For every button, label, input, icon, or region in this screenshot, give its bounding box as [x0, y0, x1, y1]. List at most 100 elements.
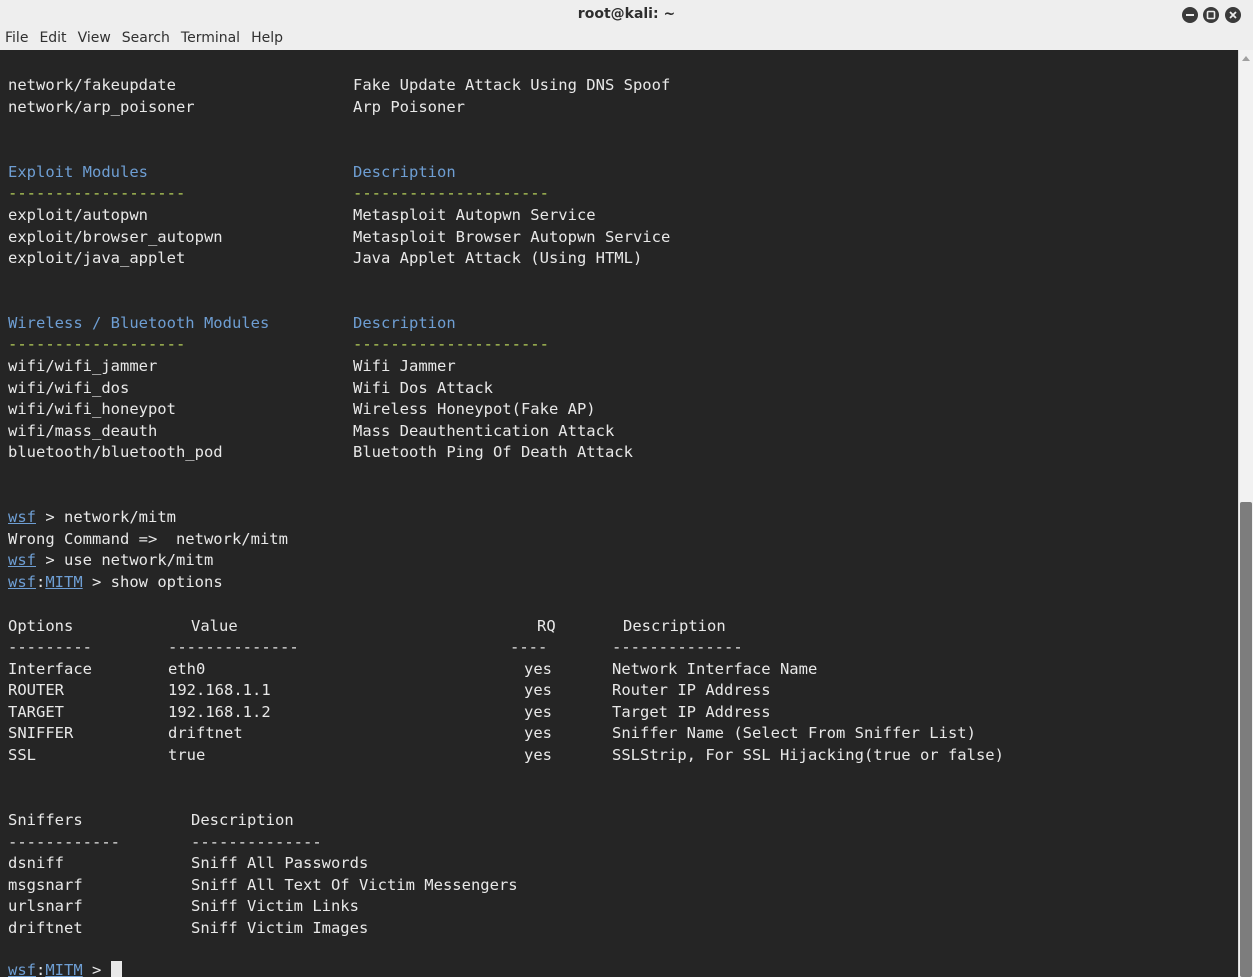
sniffer-row: driftnet Sniff Victim Images	[8, 918, 368, 939]
exploit-header: Exploit Modules	[8, 163, 148, 181]
module-row: network/arp_poisoner Arp Poisoner	[8, 97, 465, 118]
option-description: Network Interface Name	[612, 660, 818, 678]
module-name: network/fakeupdate	[8, 76, 176, 94]
option-row: ROUTER 192.168.1.1 yes Router IP Address	[8, 680, 771, 701]
header-underline: ------------------- ---------------------	[8, 183, 549, 204]
menu-edit[interactable]: Edit	[34, 27, 71, 49]
menu-search[interactable]: Search	[117, 27, 175, 49]
scroll-up-icon[interactable]	[1242, 56, 1250, 61]
module-row: wifi/wifi_honeypot Wireless Honeypot(Fake…	[8, 399, 596, 420]
option-row: SSL true yes SSLStrip, For SSL Hijacking(tr…	[8, 745, 1004, 766]
module-row: bluetooth/bluetooth_pod Bluetooth Ping Of…	[8, 442, 633, 463]
window-title: root@kali: ~	[577, 6, 676, 22]
command-line: wsf > network/mitm	[8, 507, 176, 528]
module-description: Arp Poisoner	[353, 98, 465, 116]
description-header: Description	[353, 314, 456, 332]
title-bar[interactable]: root@kali: ~ File Edit View Search Termi…	[0, 0, 1253, 51]
option-description: Router IP Address	[612, 681, 771, 699]
prompt-separator: >	[36, 508, 64, 526]
close-button[interactable]	[1225, 7, 1241, 23]
option-name: ROUTER	[8, 681, 64, 699]
sniffer-description: Sniff Victim Links	[191, 897, 359, 915]
option-row: SNIFFER driftnet yes Sniffer Name (Select F…	[8, 723, 976, 744]
option-name: SNIFFER	[8, 724, 74, 742]
option-required: yes	[524, 703, 552, 721]
module-name: network/arp_poisoner	[8, 98, 195, 116]
option-required: yes	[524, 724, 552, 742]
option-value: eth0	[168, 660, 206, 678]
error-message: Wrong Command => network/mitm	[8, 530, 288, 548]
error-line: Wrong Command => network/mitm	[8, 529, 288, 550]
prompt-module: MITM	[45, 961, 83, 977]
sniffer-name: msgsnarf	[8, 876, 83, 894]
dash-line: ---------	[8, 638, 92, 656]
exploit-header-row: Exploit Modules Description	[8, 162, 456, 183]
text-cursor	[110, 961, 122, 977]
module-name: wifi/wifi_jammer	[8, 357, 158, 375]
sniffer-name: urlsnarf	[8, 897, 83, 915]
option-value: 192.168.1.2	[168, 703, 271, 721]
value-col-header: Value	[191, 617, 238, 635]
module-description: Metasploit Browser Autopwn Service	[353, 228, 671, 246]
sniffer-description: Sniff All Passwords	[191, 854, 369, 872]
command-text: show options	[110, 573, 223, 591]
menu-bar: File Edit View Search Terminal Help	[0, 27, 289, 49]
option-required: yes	[524, 660, 552, 678]
command-text: use network/mitm	[64, 551, 214, 569]
terminal-window: root@kali: ~ File Edit View Search Termi…	[0, 0, 1253, 977]
command-line: wsf:MITM > show options	[8, 572, 223, 593]
prompt-wsf: wsf	[8, 573, 36, 591]
dash-line: --------------	[168, 638, 299, 656]
terminal-output[interactable]: network/fakeupdate Fake Update Attack Usi…	[0, 50, 1238, 977]
module-name: wifi/wifi_honeypot	[8, 400, 176, 418]
option-name: SSL	[8, 746, 36, 764]
close-icon	[1229, 11, 1237, 19]
maximize-icon	[1206, 10, 1216, 20]
prompt-wsf: wsf	[8, 961, 36, 977]
module-description: Metasploit Autopwn Service	[353, 206, 596, 224]
menu-view[interactable]: View	[73, 27, 116, 49]
dash-line: --------------	[191, 833, 322, 851]
command-text: network/mitm	[64, 508, 176, 526]
module-name: exploit/java_applet	[8, 249, 186, 267]
menu-file[interactable]: File	[0, 27, 33, 49]
options-col-header: Options	[8, 617, 74, 635]
module-name: exploit/autopwn	[8, 206, 148, 224]
dash-line: ---------------------	[353, 335, 549, 353]
wireless-header: Wireless / Bluetooth Modules	[8, 314, 270, 332]
prompt-module: MITM	[45, 573, 83, 591]
dash-line: --------------	[612, 638, 743, 656]
module-row: exploit/java_applet Java Applet Attack (U…	[8, 248, 642, 269]
option-value: driftnet	[168, 724, 243, 742]
module-name: exploit/browser_autopwn	[8, 228, 223, 246]
prompt-separator: >	[36, 551, 64, 569]
wireless-header-row: Wireless / Bluetooth Modules Description	[8, 313, 456, 334]
option-required: yes	[524, 746, 552, 764]
vertical-scrollbar[interactable]	[1238, 50, 1253, 977]
module-description: Wifi Dos Attack	[353, 379, 493, 397]
minimize-button[interactable]	[1182, 7, 1198, 23]
module-description: Wireless Honeypot(Fake AP)	[353, 400, 596, 418]
input-prompt-line[interactable]: wsf:MITM >	[8, 960, 122, 977]
sniffers-header-row: Sniffers Description	[8, 810, 294, 831]
command-line: wsf > use network/mitm	[8, 550, 213, 571]
menu-terminal[interactable]: Terminal	[176, 27, 245, 49]
maximize-button[interactable]	[1203, 7, 1219, 23]
module-name: wifi/wifi_dos	[8, 379, 130, 397]
dash-line: ----	[510, 638, 548, 656]
module-row: wifi/mass_deauth Mass Deauthentication At…	[8, 421, 614, 442]
menu-help[interactable]: Help	[246, 27, 288, 49]
sniffer-row: urlsnarf Sniff Victim Links	[8, 896, 359, 917]
scrollbar-thumb[interactable]	[1240, 502, 1252, 977]
prompt-wsf: wsf	[8, 508, 36, 526]
option-description: SSLStrip, For SSL Hijacking(true or fals…	[612, 746, 1004, 764]
module-row: wifi/wifi_dos Wifi Dos Attack	[8, 378, 493, 399]
option-description: Sniffer Name (Select From Sniffer List)	[612, 724, 976, 742]
module-row: network/fakeupdate Fake Update Attack Usi…	[8, 75, 670, 96]
option-value: true	[168, 746, 206, 764]
option-name: Interface	[8, 660, 92, 678]
sniffer-row: msgsnarf Sniff All Text Of Victim Messeng…	[8, 875, 518, 896]
prompt-separator: >	[82, 573, 111, 591]
sniffers-dash-row: ------------ --------------	[8, 832, 322, 853]
option-name: TARGET	[8, 703, 64, 721]
